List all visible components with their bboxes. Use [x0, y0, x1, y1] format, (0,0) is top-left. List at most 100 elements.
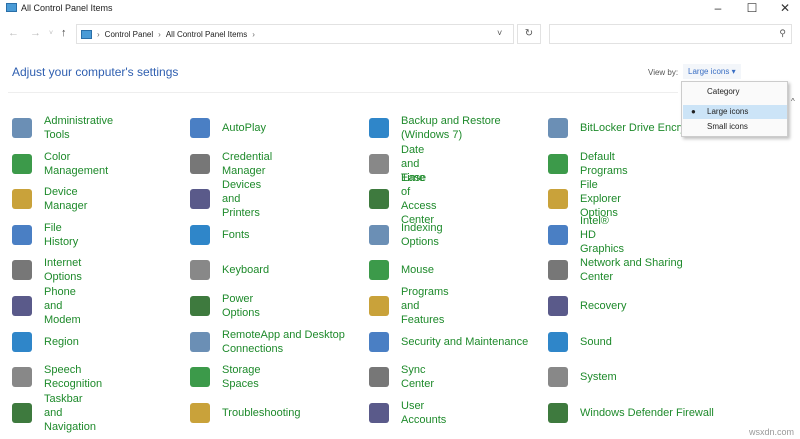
search-input[interactable]: ⚲ — [549, 24, 792, 44]
phone-and-modem-icon — [12, 296, 32, 316]
refresh-button[interactable]: ↻ — [517, 24, 541, 44]
region-icon — [12, 331, 32, 352]
item-intel-hd-graphics[interactable]: Intel® HD Graphics — [548, 215, 624, 255]
item-label: Mouse — [401, 264, 435, 277]
item-security-and-maintenance[interactable]: Security and Maintenance — [369, 326, 536, 358]
window-title: All Control Panel Items — [21, 3, 113, 13]
minimize-button[interactable]: – — [703, 1, 733, 15]
ease-of-access-center-icon — [369, 189, 389, 210]
address-bar[interactable]: › Control Panel › All Control Panel Item… — [76, 24, 514, 44]
item-region[interactable]: Region — [12, 326, 79, 358]
title-bar: All Control Panel Items – ☐ ✕ — [0, 0, 800, 20]
forward-button[interactable]: → — [30, 27, 41, 39]
recent-locations-button[interactable]: ˅ — [49, 30, 53, 37]
item-label: Storage Spaces — [222, 364, 261, 391]
divider — [8, 92, 678, 93]
item-label: Windows Defender Firewall — [580, 406, 714, 419]
item-phone-and-modem[interactable]: Phone and Modem — [12, 286, 81, 326]
search-icon: ⚲ — [779, 28, 786, 38]
item-user-accounts[interactable]: User Accounts — [369, 397, 446, 429]
credential-manager-icon — [190, 153, 210, 174]
item-label: User Accounts — [401, 399, 447, 426]
windows-defender-firewall-icon — [548, 402, 568, 423]
item-troubleshooting[interactable]: Troubleshooting — [190, 397, 300, 429]
item-devices-and-printers[interactable]: Devices and Printers — [190, 179, 261, 219]
item-label: Internet Options — [44, 257, 82, 284]
item-fonts[interactable]: Fonts — [190, 219, 250, 251]
item-label: Fonts — [222, 228, 250, 241]
back-button[interactable]: ← — [8, 27, 19, 39]
maximize-button[interactable]: ☐ — [737, 1, 767, 15]
item-label: Phone and Modem — [44, 286, 81, 326]
item-label: RemoteApp and Desktop Connections — [222, 328, 345, 355]
file-history-icon — [12, 224, 32, 245]
item-indexing-options[interactable]: Indexing Options — [369, 219, 443, 251]
item-file-explorer-options[interactable]: File Explorer Options — [548, 179, 621, 219]
control-panel-icon — [81, 29, 92, 39]
item-label: Credential Manager — [222, 150, 273, 177]
user-accounts-icon — [369, 402, 389, 423]
up-button[interactable]: ↑ — [61, 27, 67, 39]
sound-icon — [548, 331, 568, 352]
item-sound[interactable]: Sound — [548, 326, 612, 358]
system-icon — [548, 367, 568, 388]
item-device-manager[interactable]: Device Manager — [12, 183, 87, 215]
item-mouse[interactable]: Mouse — [369, 254, 434, 286]
item-sync-center[interactable]: Sync Center — [369, 361, 434, 393]
item-label: System — [580, 371, 617, 384]
item-label: Region — [44, 335, 79, 348]
item-color-management[interactable]: Color Management — [12, 148, 108, 180]
menu-item-category[interactable]: Category — [683, 85, 787, 99]
keyboard-icon — [190, 260, 210, 281]
item-taskbar-and-navigation[interactable]: Taskbar and Navigation — [12, 393, 96, 433]
remoteapp-and-desktop-connections-icon — [190, 331, 210, 352]
breadcrumb-all-items[interactable]: All Control Panel Items — [166, 30, 247, 39]
item-windows-defender-firewall[interactable]: Windows Defender Firewall — [548, 397, 715, 429]
item-label: Keyboard — [222, 264, 270, 277]
device-manager-icon — [12, 189, 32, 210]
item-label: Power Options — [222, 293, 260, 319]
item-programs-and-features[interactable]: Programs and Features — [369, 286, 449, 326]
item-internet-options[interactable]: Internet Options — [12, 254, 82, 286]
menu-item-small-icons[interactable]: Small icons — [683, 120, 787, 134]
item-keyboard[interactable]: Keyboard — [190, 254, 269, 286]
item-network-and-sharing-center[interactable]: Network and Sharing Center — [548, 254, 715, 286]
view-by-label: View by: — [648, 68, 679, 77]
item-backup-and-restore-windows-7-[interactable]: Backup and Restore (Windows 7) — [369, 112, 536, 144]
item-power-options[interactable]: Power Options — [190, 290, 260, 322]
item-speech-recognition[interactable]: Speech Recognition — [12, 361, 102, 393]
item-label: Devices and Printers — [222, 179, 262, 220]
item-label: Troubleshooting — [222, 406, 301, 419]
menu-item-large-icons[interactable]: ● Large icons — [683, 105, 787, 119]
color-management-icon — [12, 153, 32, 174]
troubleshooting-icon — [190, 402, 210, 423]
item-recovery[interactable]: Recovery — [548, 290, 626, 322]
address-dropdown-button[interactable]: ˅ — [497, 28, 502, 38]
breadcrumb-control-panel[interactable]: Control Panel — [105, 30, 153, 39]
item-autoplay[interactable]: AutoPlay — [190, 112, 266, 144]
item-system[interactable]: System — [548, 361, 617, 393]
item-ease-of-access-center[interactable]: Ease of Access Center — [369, 172, 436, 226]
item-label: Sync Center — [401, 364, 435, 391]
item-label: AutoPlay — [222, 122, 267, 134]
mouse-icon — [369, 260, 389, 281]
item-label: Intel® HD Graphics — [580, 214, 625, 255]
item-label: Indexing Options — [401, 221, 443, 248]
scroll-up-button[interactable]: ^ — [791, 97, 795, 106]
item-label: File History — [44, 221, 79, 248]
backup-and-restore-windows-7--icon — [369, 118, 389, 138]
taskbar-and-navigation-icon — [12, 402, 32, 423]
administrative-tools-icon — [12, 118, 32, 138]
item-credential-manager[interactable]: Credential Manager — [190, 148, 272, 180]
item-file-history[interactable]: File History — [12, 219, 78, 251]
bitlocker-drive-encryption-icon — [548, 118, 568, 138]
devices-and-printers-icon — [190, 189, 210, 210]
item-remoteapp-and-desktop-connections[interactable]: RemoteApp and Desktop Connections — [190, 326, 357, 358]
item-label: Network and Sharing Center — [580, 257, 683, 284]
item-administrative-tools[interactable]: Administrative Tools — [12, 112, 113, 144]
page-title: Adjust your computer's settings — [12, 65, 179, 79]
item-default-programs[interactable]: Default Programs — [548, 148, 628, 180]
close-button[interactable]: ✕ — [770, 1, 800, 15]
item-storage-spaces[interactable]: Storage Spaces — [190, 361, 261, 393]
view-by-dropdown[interactable]: Large icons ▾ — [683, 64, 741, 79]
